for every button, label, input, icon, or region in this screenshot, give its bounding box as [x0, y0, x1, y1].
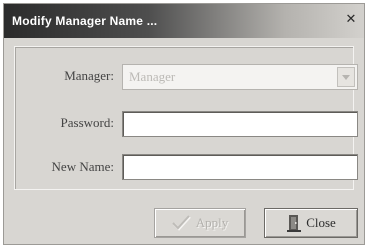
password-label: Password: — [60, 115, 114, 130]
manager-select-value: Manager — [129, 69, 176, 84]
close-button-label: Close — [306, 215, 336, 230]
manager-label: Manager: — [64, 68, 114, 83]
modify-manager-dialog: Modify Manager Name ... ✕ Manager: Manag… — [3, 3, 365, 245]
dialog-title: Modify Manager Name ... — [12, 14, 158, 28]
door-icon — [287, 215, 302, 232]
close-icon[interactable]: ✕ — [344, 13, 358, 27]
apply-button-label: Apply — [195, 215, 229, 230]
password-input[interactable] — [122, 111, 358, 137]
new-name-input[interactable] — [122, 154, 358, 180]
chevron-down-icon — [342, 75, 350, 80]
check-icon — [172, 215, 191, 231]
close-button[interactable]: Close — [264, 208, 358, 238]
manager-dropdown-button[interactable] — [337, 67, 355, 87]
new-name-label: New Name: — [51, 159, 114, 174]
title-bar[interactable]: Modify Manager Name ... ✕ — [4, 4, 364, 38]
manager-select[interactable]: Manager — [122, 64, 358, 90]
apply-button[interactable]: Apply — [154, 208, 246, 238]
